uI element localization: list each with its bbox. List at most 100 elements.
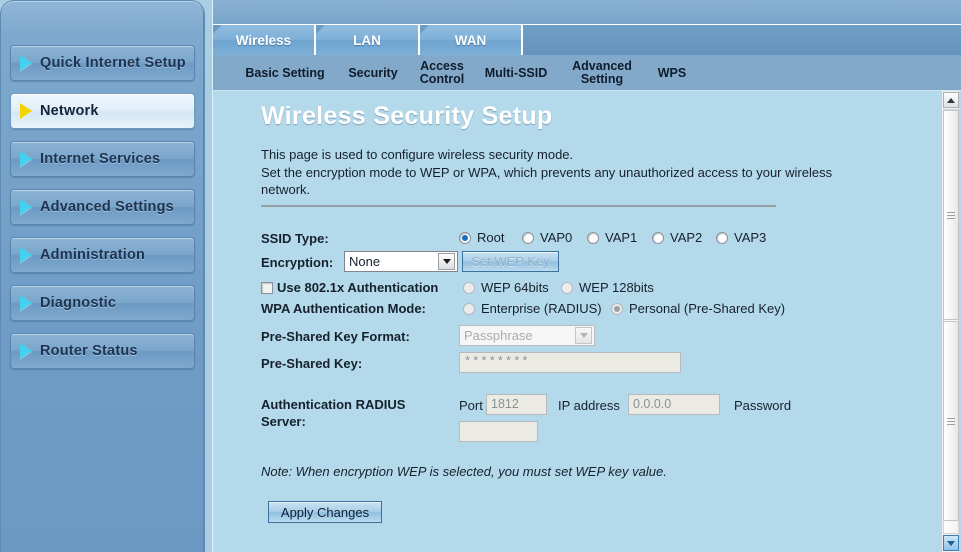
radio-ssid-vap2[interactable] <box>652 232 664 244</box>
encryption-label: Encryption: <box>261 255 334 270</box>
psk-format-select-value: Passphrase <box>464 328 533 343</box>
tabstrip-filler <box>523 25 961 55</box>
sidebar-nav: Quick Internet Setup Network Internet Se… <box>1 1 204 369</box>
sidebar-item-label: Quick Internet Setup <box>40 55 186 71</box>
subtab-label: WPS <box>657 65 687 80</box>
radio-label-wep-64bits: WEP 64bits <box>481 280 549 295</box>
tabstrip-background <box>213 0 961 25</box>
radio-wep-128bits[interactable] <box>561 282 573 294</box>
scrollbar-thumb-lower[interactable] <box>943 321 959 521</box>
scrollbar-thumb-upper[interactable] <box>943 110 959 320</box>
arrow-right-icon <box>20 247 32 263</box>
apply-changes-label: Apply Changes <box>280 504 370 520</box>
tab-label: WAN <box>454 32 487 48</box>
radio-label-vap1: VAP1 <box>605 230 638 245</box>
subtab-security[interactable]: Security <box>337 55 409 91</box>
sub-tabs: Basic Setting Security Access Control Mu… <box>213 55 961 91</box>
dot1x-row: Use 802.1x Authentication WEP 64bits WEP… <box>213 279 961 299</box>
main-tabs: Wireless LAN WAN <box>213 25 961 55</box>
radio-ssid-root[interactable] <box>459 232 471 244</box>
sidebar-item-label: Network <box>40 103 99 119</box>
sidebar-item-label: Router Status <box>40 343 138 359</box>
radio-label-wpa-personal: Personal (Pre-Shared Key) <box>629 301 786 316</box>
scroll-up-button[interactable] <box>943 92 959 108</box>
radio-label-wpa-enterprise: Enterprise (RADIUS) <box>481 301 602 316</box>
set-wep-key-label: Set WEP Key <box>471 254 550 269</box>
radius-ip-input[interactable]: 0.0.0.0 <box>628 394 720 415</box>
radio-wep-64bits[interactable] <box>463 282 475 294</box>
radius-ip-label: IP address <box>558 398 620 413</box>
subtab-basic-setting[interactable]: Basic Setting <box>235 55 335 91</box>
radius-server-row: Authentication RADIUS Server: Port 1812 … <box>213 394 961 452</box>
radius-port-input[interactable]: 1812 <box>486 394 547 415</box>
radius-port-label: Port <box>459 398 483 413</box>
sidebar-item-quick-internet-setup[interactable]: Quick Internet Setup <box>10 45 195 81</box>
arrow-right-icon <box>20 343 32 359</box>
wireless-security-form: Wireless Security Setup This page is use… <box>213 91 961 552</box>
vertical-scrollbar[interactable] <box>941 91 959 552</box>
sidebar-item-label: Diagnostic <box>40 295 117 311</box>
tab-wireless[interactable]: Wireless <box>213 25 316 55</box>
chevron-down-icon <box>438 253 455 270</box>
description-line-1: This page is used to configure wireless … <box>261 147 574 162</box>
radio-ssid-vap1[interactable] <box>587 232 599 244</box>
tab-wan[interactable]: WAN <box>420 25 523 55</box>
subtab-label: Multi-SSID <box>484 65 548 80</box>
arrow-right-icon <box>20 199 32 215</box>
radio-label-wep-128bits: WEP 128bits <box>579 280 654 295</box>
radius-password-input[interactable] <box>459 421 538 442</box>
scroll-down-button[interactable] <box>943 535 959 551</box>
page-description: This page is used to configure wireless … <box>261 146 861 199</box>
sidebar-item-advanced-settings[interactable]: Advanced Settings <box>10 189 195 225</box>
radio-wpa-enterprise[interactable] <box>463 303 475 315</box>
arrow-right-icon <box>20 55 32 71</box>
subtab-label: Basic Setting <box>245 65 325 80</box>
psk-format-label: Pre-Shared Key Format: <box>261 329 410 344</box>
wpa-auth-mode-row: WPA Authentication Mode: Enterprise (RAD… <box>213 300 961 320</box>
psk-label: Pre-Shared Key: <box>261 356 363 371</box>
encryption-select[interactable]: None <box>344 251 458 272</box>
content-panel: Wireless LAN WAN Basic Setting Security … <box>212 0 961 552</box>
apply-changes-button[interactable]: Apply Changes <box>268 501 382 523</box>
arrow-right-icon <box>20 295 32 311</box>
description-line-2: Set the encryption mode to WEP or WPA, w… <box>261 164 833 198</box>
sidebar-item-administration[interactable]: Administration <box>10 237 195 273</box>
sidebar-item-router-status[interactable]: Router Status <box>10 333 195 369</box>
subtab-multi-ssid[interactable]: Multi-SSID <box>475 55 557 91</box>
grip-icon <box>947 210 955 221</box>
radius-label-line2: Server: <box>261 414 306 429</box>
checkbox-use-8021x[interactable] <box>261 282 273 294</box>
radio-label-vap3: VAP3 <box>734 230 767 245</box>
ssid-type-row: SSID Type: Root VAP0 VAP1 VAP2 VAP3 <box>213 229 961 249</box>
sidebar-item-label: Internet Services <box>40 151 161 167</box>
wpa-auth-mode-label: WPA Authentication Mode: <box>261 301 426 316</box>
ssid-type-label: SSID Type: <box>261 231 329 246</box>
tab-lan[interactable]: LAN <box>316 25 420 55</box>
subtab-access-control[interactable]: Access Control <box>411 55 473 91</box>
sidebar: Quick Internet Setup Network Internet Se… <box>0 0 205 552</box>
chevron-down-icon <box>575 327 592 344</box>
subtab-advanced-setting[interactable]: Advanced Setting <box>561 55 643 91</box>
subtab-label: Security <box>348 65 398 80</box>
radio-ssid-vap3[interactable] <box>716 232 728 244</box>
psk-input[interactable]: ******** <box>459 352 681 373</box>
subtab-label: Advanced Setting <box>572 59 632 86</box>
set-wep-key-button[interactable]: Set WEP Key <box>462 251 559 272</box>
grip-icon <box>947 416 955 427</box>
sidebar-item-label: Administration <box>40 247 146 263</box>
caret-up-icon <box>947 97 955 103</box>
note-text: Note: When encryption WEP is selected, y… <box>261 464 667 479</box>
psk-format-select[interactable]: Passphrase <box>459 325 595 346</box>
radio-label-vap2: VAP2 <box>670 230 703 245</box>
subtab-wps[interactable]: WPS <box>647 55 697 91</box>
sidebar-item-diagnostic[interactable]: Diagnostic <box>10 285 195 321</box>
sidebar-item-network[interactable]: Network <box>10 93 195 129</box>
sidebar-item-internet-services[interactable]: Internet Services <box>10 141 195 177</box>
radius-label-line1: Authentication RADIUS <box>261 397 406 412</box>
radio-wpa-personal[interactable] <box>611 303 623 315</box>
psk-row: Pre-Shared Key: ******** <box>213 352 961 376</box>
sidebar-item-label: Advanced Settings <box>40 199 174 215</box>
radius-password-label: Password <box>734 398 792 413</box>
tab-label: LAN <box>353 32 381 48</box>
radio-ssid-vap0[interactable] <box>522 232 534 244</box>
